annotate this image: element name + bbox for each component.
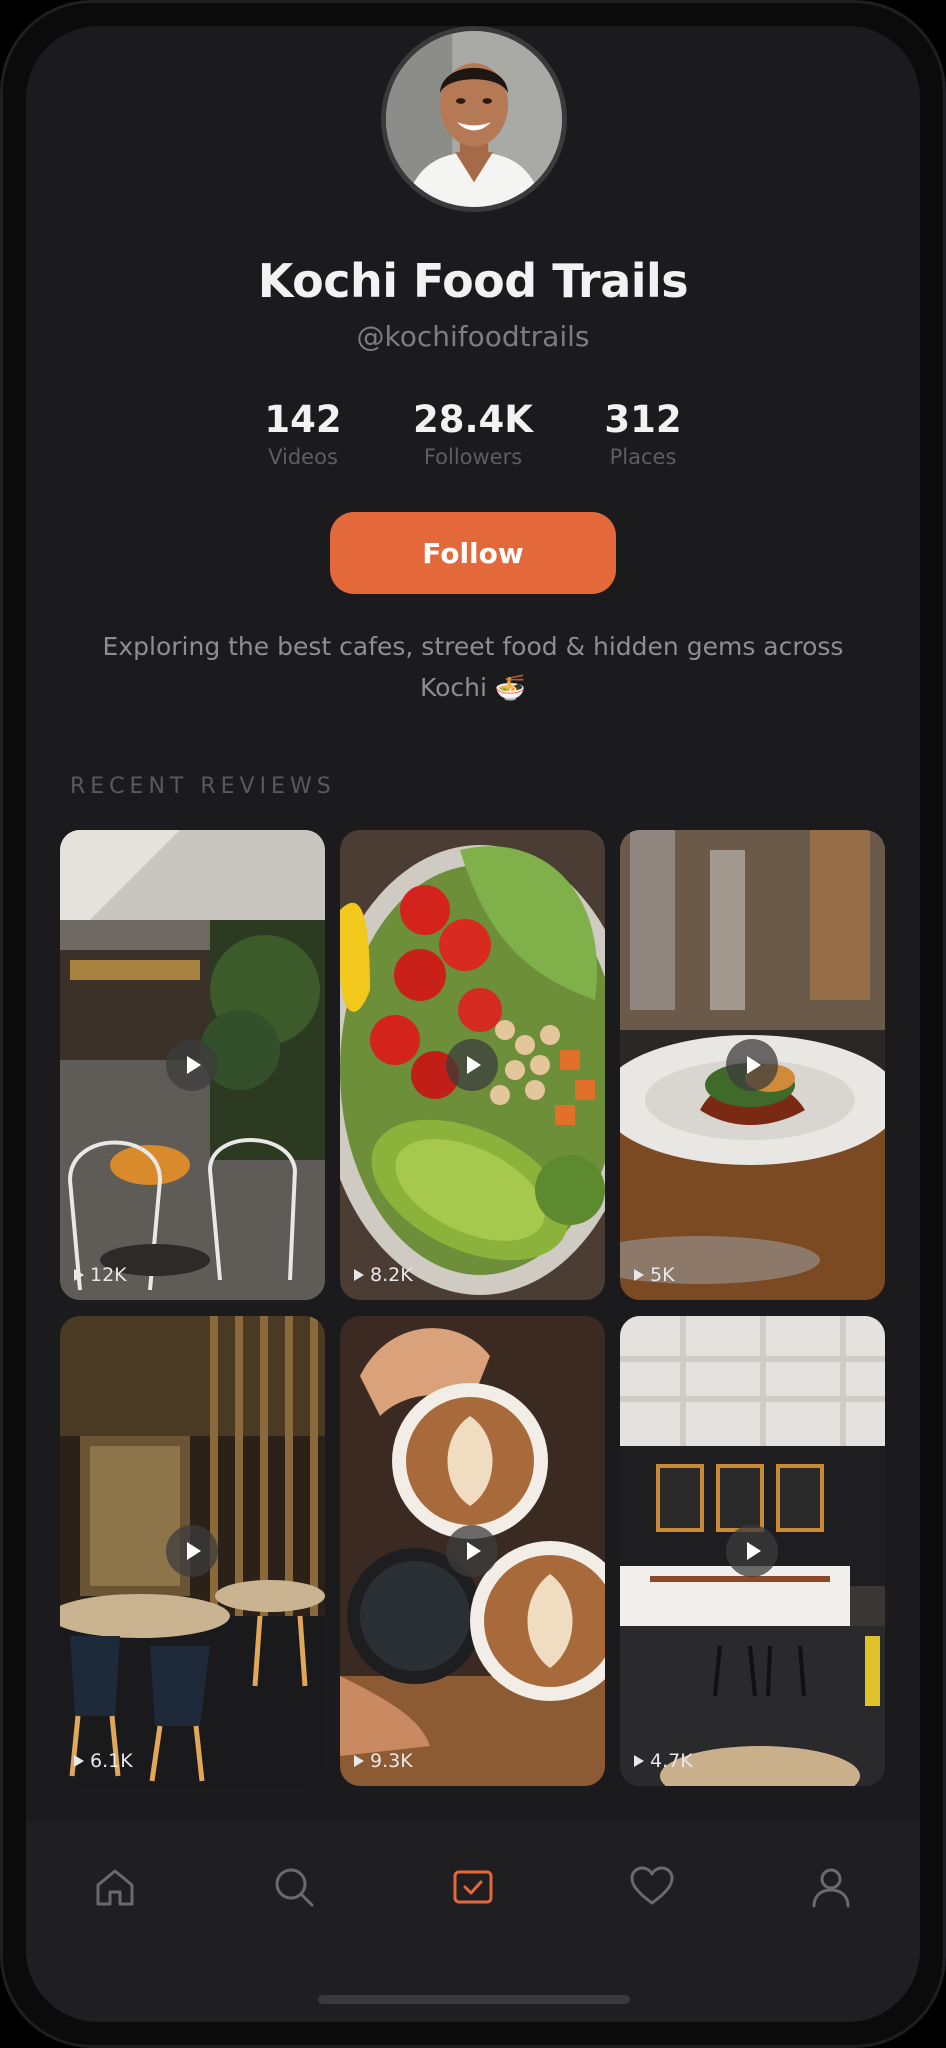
avatar[interactable] — [381, 26, 567, 212]
view-count-value: 6.1K — [90, 1750, 133, 1772]
screen: Kochi Food Trails @kochifoodtrails 142 V… — [26, 26, 920, 2022]
home-indicator[interactable] — [318, 1995, 630, 2004]
tab-reviews[interactable] — [443, 1857, 503, 1917]
search-icon — [275, 1868, 314, 1907]
play-icon — [726, 1039, 778, 1091]
home-icon — [96, 1869, 134, 1906]
tab-profile[interactable] — [801, 1857, 861, 1917]
review-tile-coffee-cups[interactable]: 9.3K — [340, 1316, 605, 1786]
stat-places[interactable]: 312 Places — [543, 398, 743, 472]
play-icon — [446, 1525, 498, 1577]
review-tile-plated-dish[interactable]: 5K — [620, 830, 885, 1300]
view-count: 8.2K — [354, 1264, 413, 1286]
view-count-value: 8.2K — [370, 1264, 413, 1286]
views-icon — [74, 1755, 84, 1767]
views-icon — [634, 1269, 644, 1281]
tab-bar — [26, 1821, 920, 2022]
view-count-value: 5K — [650, 1264, 675, 1286]
tab-favorites[interactable] — [622, 1857, 682, 1917]
avatar-photo — [386, 31, 562, 207]
checkbox-icon — [453, 1870, 493, 1904]
stats-row: 142 Videos 28.4K Followers 312 Places — [26, 398, 920, 478]
play-icon — [166, 1039, 218, 1091]
phone-frame: Kochi Food Trails @kochifoodtrails 142 V… — [0, 0, 946, 2048]
view-count: 4.7K — [634, 1750, 693, 1772]
review-tile-cafe-interior[interactable]: 12K — [60, 830, 325, 1300]
play-icon — [166, 1525, 218, 1577]
stat-value: 312 — [604, 398, 682, 441]
profile-icon — [812, 1868, 850, 1908]
play-icon — [726, 1525, 778, 1577]
review-tile-salad-bowl[interactable]: 8.2K — [340, 830, 605, 1300]
views-icon — [634, 1755, 644, 1767]
tab-search[interactable] — [264, 1857, 324, 1917]
view-count: 9.3K — [354, 1750, 413, 1772]
review-tile-dining-hall[interactable]: 6.1K — [60, 1316, 325, 1786]
tab-home[interactable] — [85, 1857, 145, 1917]
stat-label: Places — [609, 445, 677, 469]
view-count: 5K — [634, 1264, 675, 1286]
profile-bio: Exploring the best cafes, street food & … — [102, 632, 844, 702]
view-count-value: 4.7K — [650, 1750, 693, 1772]
view-count-value: 12K — [90, 1264, 127, 1286]
review-tile-cafe-counter[interactable]: 4.7K — [620, 1316, 885, 1786]
profile-name: Kochi Food Trails — [257, 254, 689, 308]
views-icon — [354, 1755, 364, 1767]
heart-icon — [630, 1866, 674, 1905]
play-icon — [446, 1039, 498, 1091]
follow-button[interactable]: Follow — [330, 512, 616, 594]
view-count: 6.1K — [74, 1750, 133, 1772]
views-icon — [74, 1269, 84, 1281]
view-count-value: 9.3K — [370, 1750, 413, 1772]
section-title: RECENT REVIEWS — [70, 774, 336, 799]
profile-handle: @kochifoodtrails — [356, 320, 590, 353]
views-icon — [354, 1269, 364, 1281]
view-count: 12K — [74, 1264, 127, 1286]
